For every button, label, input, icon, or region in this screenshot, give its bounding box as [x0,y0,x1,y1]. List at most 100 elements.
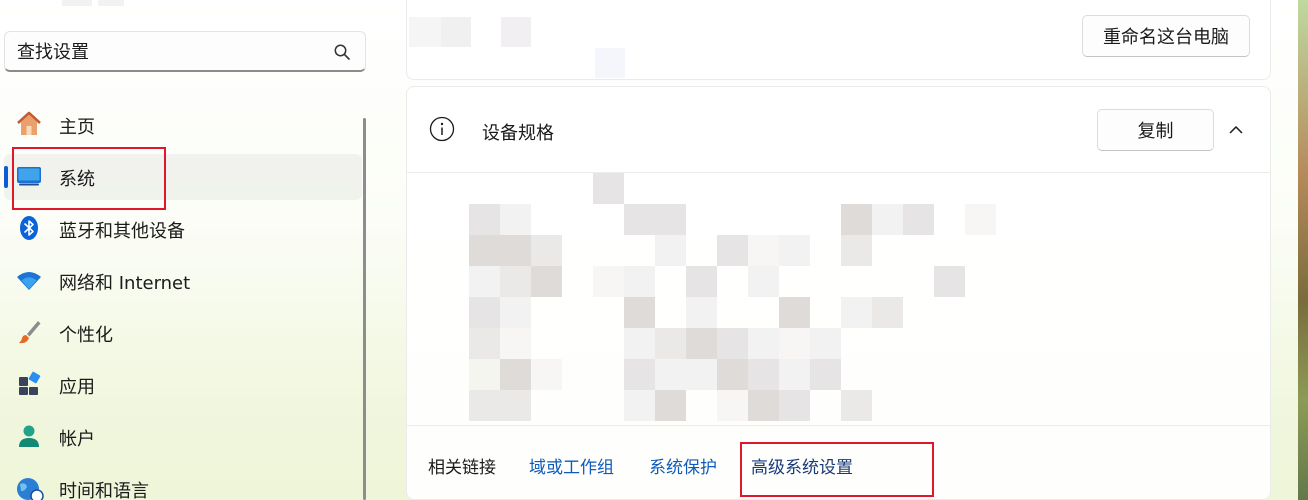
redacted-pixel [934,266,965,297]
sidebar-item-apps[interactable]: 应用 [4,362,362,408]
redacted-pixel [686,328,717,359]
sidebar-item-time-language[interactable]: 时间和语言 [4,466,362,500]
redacted-pixel [655,328,686,359]
redacted-device-name [501,17,531,47]
wifi-icon [17,272,41,290]
redacted-pixel [624,297,655,328]
redacted-pixel [841,297,872,328]
redacted-pixel [779,235,810,266]
active-indicator [4,166,8,188]
blurred-titlebar-fragment [62,0,92,6]
redacted-pixel [779,328,810,359]
info-icon [429,116,455,142]
sidebar-item-label: 个性化 [59,325,113,346]
globe-clock-icon [17,478,44,500]
redacted-pixel [500,297,531,328]
redacted-pixel [624,204,655,235]
sidebar: 主页 系统 蓝牙和其他设备 网络和 Internet 个性化 [0,0,380,500]
redacted-pixel [779,390,810,421]
sidebar-item-personalization[interactable]: 个性化 [4,310,362,356]
redacted-pixel [872,297,903,328]
sidebar-item-label: 帐户 [59,429,95,450]
redacted-pixel [686,266,717,297]
redacted-pixel [686,359,717,390]
related-links-label: 相关链接 [428,458,496,478]
redacted-device-name [441,17,471,47]
redacted-pixel [469,235,500,266]
link-system-protection[interactable]: 系统保护 [649,453,717,478]
redacted-pixel [748,328,779,359]
search-icon[interactable] [333,43,351,61]
sidebar-item-label: 蓝牙和其他设备 [59,221,185,242]
search-input[interactable] [17,38,317,66]
link-domain-workgroup[interactable]: 域或工作组 [529,453,614,478]
device-spec-card: 设备规格 复制 相关链接 域或工作组 系统保护 高级系统设置 [406,86,1271,500]
redacted-pixel [469,266,500,297]
window-edge-wallpaper [1298,0,1308,500]
redacted-pixel [748,359,779,390]
redacted-device-name [595,48,625,78]
redacted-pixel [655,235,686,266]
redacted-pixel [717,390,748,421]
redacted-pixel [624,359,655,390]
system-display-icon [17,167,41,186]
sidebar-item-label: 系统 [59,169,95,190]
redacted-pixel [655,390,686,421]
rename-pc-button[interactable]: 重命名这台电脑 [1082,15,1250,57]
redacted-pixel [624,328,655,359]
sidebar-item-accounts[interactable]: 帐户 [4,414,362,460]
redacted-pixel [748,266,779,297]
link-advanced-system-settings[interactable]: 高级系统设置 [751,453,853,478]
redacted-pixel [469,390,500,421]
redacted-pixel [810,359,841,390]
sidebar-scrollbar[interactable] [363,118,366,500]
redacted-pixel [655,204,686,235]
redacted-pixel [593,173,624,204]
device-spec-title: 设备规格 [482,123,554,144]
redacted-pixel [500,235,531,266]
redacted-pixel [779,297,810,328]
sidebar-item-home[interactable]: 主页 [4,102,362,148]
redacted-pixel [469,297,500,328]
redacted-pixel [624,390,655,421]
redacted-pixel [531,266,562,297]
account-icon [19,425,39,447]
redacted-pixel [624,266,655,297]
redacted-pixel [531,359,562,390]
redacted-spec-details [407,173,1270,423]
blurred-titlebar-fragment [98,0,124,6]
redacted-pixel [469,204,500,235]
redacted-pixel [531,235,562,266]
related-links: 相关链接 域或工作组 系统保护 高级系统设置 [407,425,1270,500]
sidebar-item-label: 时间和语言 [59,481,149,500]
apps-icon [19,371,41,395]
sidebar-item-system[interactable]: 系统 [4,154,362,200]
redacted-pixel [469,328,500,359]
redacted-pixel [500,328,531,359]
home-icon [17,111,41,135]
bluetooth-icon [20,216,38,240]
redacted-pixel [500,390,531,421]
redacted-pixel [717,235,748,266]
chevron-up-icon[interactable] [1227,123,1245,137]
redacted-pixel [872,204,903,235]
redacted-pixel [841,204,872,235]
redacted-pixel [717,328,748,359]
redacted-pixel [748,235,779,266]
redacted-pixel [500,359,531,390]
redacted-pixel [903,204,934,235]
redacted-pixel [500,204,531,235]
sidebar-item-bluetooth[interactable]: 蓝牙和其他设备 [4,206,362,252]
redacted-pixel [748,390,779,421]
redacted-pixel [593,266,624,297]
sidebar-item-network[interactable]: 网络和 Internet [4,258,362,304]
copy-button[interactable]: 复制 [1097,109,1214,151]
search-box[interactable] [4,31,366,72]
redacted-pixel [841,235,872,266]
device-name-card: 重命名这台电脑 [406,0,1271,80]
redacted-pixel [500,266,531,297]
device-spec-header[interactable]: 设备规格 复制 [407,87,1270,173]
redacted-pixel [469,359,500,390]
sidebar-item-label: 应用 [59,377,95,398]
redacted-device-name [409,17,441,47]
